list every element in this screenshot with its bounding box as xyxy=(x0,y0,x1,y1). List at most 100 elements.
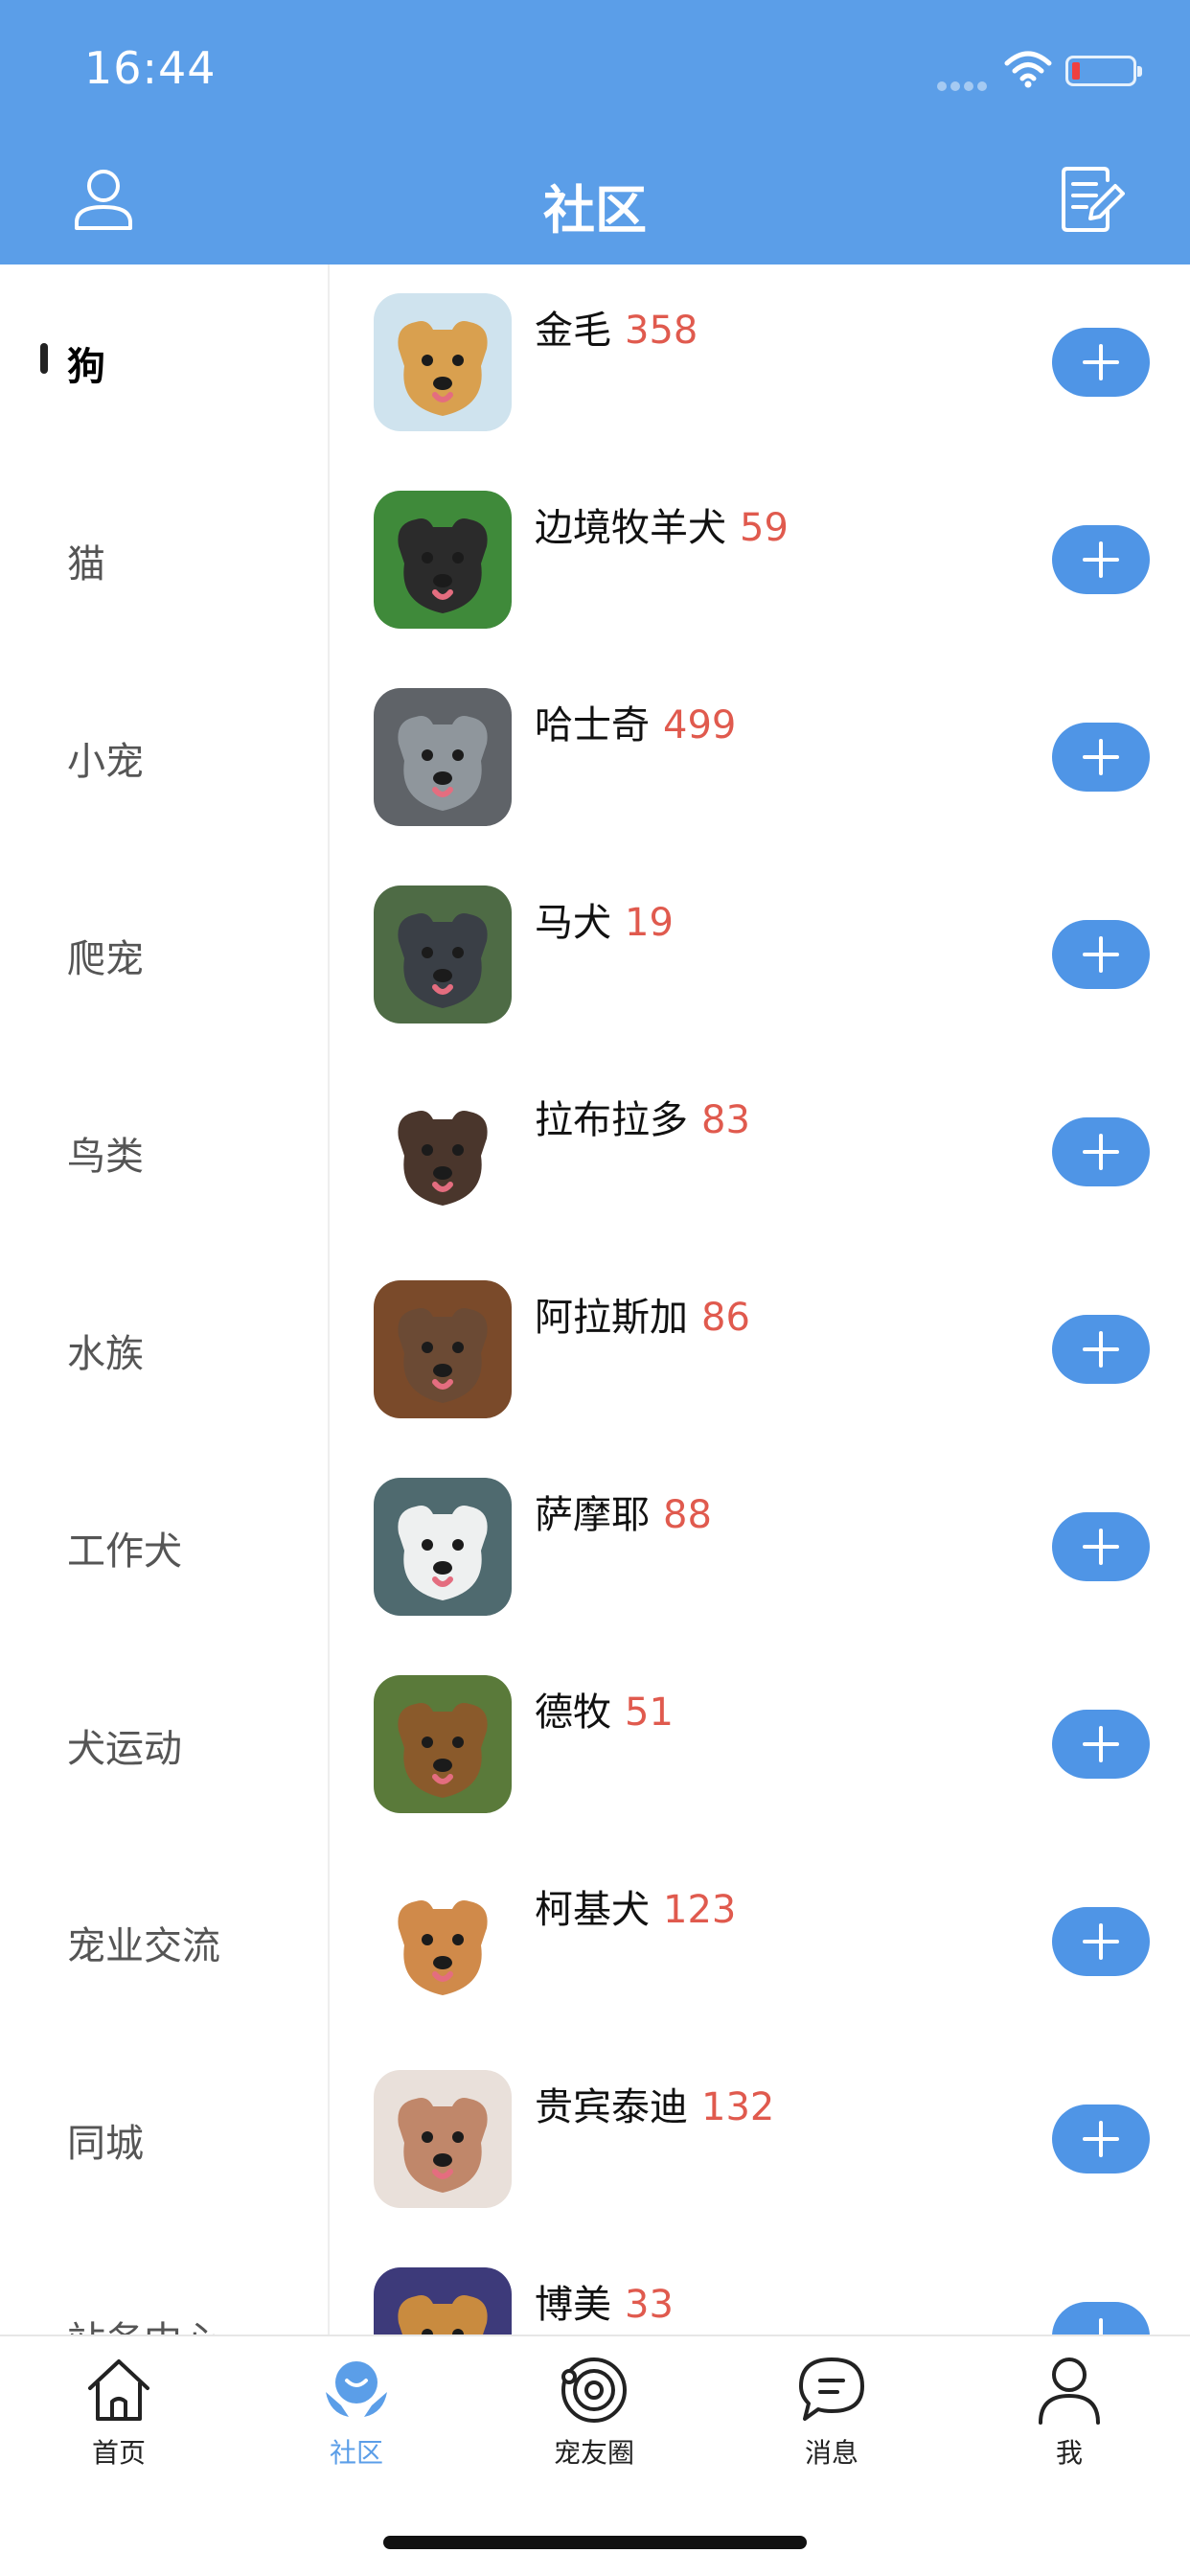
home-indicator xyxy=(383,2536,807,2549)
tab-me[interactable]: 我 xyxy=(950,2354,1188,2497)
dog-icon xyxy=(374,1280,512,1418)
sidebar-item-service-center[interactable]: 站务中心 xyxy=(0,2310,328,2334)
breed-row[interactable]: 德牧 51 xyxy=(332,1646,1190,1844)
breed-row[interactable]: 拉布拉多 83 xyxy=(332,1054,1190,1252)
sidebar-item-local[interactable]: 同城 xyxy=(0,2112,328,2310)
compose-icon[interactable] xyxy=(1060,165,1125,234)
sidebar-item-label: 鸟类 xyxy=(67,1135,144,1179)
sidebar-item-label: 水族 xyxy=(67,1332,144,1376)
breed-row[interactable]: 金毛 358 xyxy=(332,264,1190,462)
home-icon xyxy=(88,2359,149,2421)
sidebar-item-dog[interactable]: 狗 xyxy=(0,335,328,533)
breed-row[interactable]: 阿拉斯加 86 xyxy=(332,1252,1190,1449)
breed-avatar xyxy=(374,688,512,826)
breed-member-count: 358 xyxy=(625,309,698,353)
join-button[interactable] xyxy=(1052,328,1150,397)
breed-avatar xyxy=(374,293,512,431)
breed-member-count: 86 xyxy=(701,1296,750,1340)
breed-row[interactable]: 萨摩耶 88 xyxy=(332,1449,1190,1646)
dog-icon xyxy=(374,886,512,1024)
sidebar-item-reptiles[interactable]: 爬宠 xyxy=(0,928,328,1125)
sidebar-item-label: 站务中心 xyxy=(67,2310,220,2334)
breed-name: 金毛 xyxy=(535,309,611,353)
breed-member-count: 51 xyxy=(625,1690,674,1735)
sidebar-item-label: 狗 xyxy=(67,345,105,389)
join-button[interactable] xyxy=(1052,920,1150,989)
sidebar-item-label: 猫 xyxy=(67,542,105,586)
breed-member-count: 33 xyxy=(625,2283,674,2327)
breed-row[interactable]: 柯基犬 123 xyxy=(332,1844,1190,2041)
status-time: 16:44 xyxy=(84,42,217,94)
tab-label: 消息 xyxy=(804,2437,858,2469)
breed-list: 金毛 358 边境牧羊犬 59 哈士奇 499 马犬 19 拉布拉多 83 阿拉斯加 86 … xyxy=(332,264,1190,2334)
page-title: 社区 xyxy=(543,180,647,241)
dog-icon xyxy=(374,1083,512,1221)
breed-avatar xyxy=(374,2070,512,2208)
breed-name: 阿拉斯加 xyxy=(535,1296,688,1340)
join-button[interactable] xyxy=(1052,2302,1150,2334)
sidebar-item-working-dogs[interactable]: 工作犬 xyxy=(0,1520,328,1717)
sidebar-item-birds[interactable]: 鸟类 xyxy=(0,1125,328,1322)
dog-icon xyxy=(374,1675,512,1813)
breed-avatar xyxy=(374,1675,512,1813)
breed-member-count: 83 xyxy=(701,1098,750,1142)
dog-icon xyxy=(374,293,512,431)
join-button[interactable] xyxy=(1052,1117,1150,1186)
tab-community[interactable]: 社区 xyxy=(238,2354,475,2497)
sidebar-item-label: 宠业交流 xyxy=(67,1924,220,1968)
sidebar-item-cat[interactable]: 猫 xyxy=(0,533,328,730)
breed-member-count: 19 xyxy=(625,901,674,945)
sidebar-item-label: 同城 xyxy=(67,2122,144,2166)
sidebar-item-label: 犬运动 xyxy=(67,1727,182,1771)
tab-label: 宠友圈 xyxy=(553,2437,634,2469)
breed-row[interactable]: 贵宾泰迪 132 xyxy=(332,2041,1190,2239)
breed-name: 博美 xyxy=(535,2283,611,2327)
breed-avatar xyxy=(374,1478,512,1616)
tab-messages[interactable]: 消息 xyxy=(713,2354,950,2497)
dog-icon xyxy=(374,1873,512,2011)
sidebar-item-dog-sports[interactable]: 犬运动 xyxy=(0,1717,328,1915)
tab-home[interactable]: 首页 xyxy=(0,2354,238,2497)
breed-row[interactable]: 边境牧羊犬 59 xyxy=(332,462,1190,659)
battery-icon xyxy=(1065,56,1142,86)
sidebar-item-label: 小宠 xyxy=(67,740,144,784)
sidebar-item-pet-industry[interactable]: 宠业交流 xyxy=(0,1915,328,2112)
join-button[interactable] xyxy=(1052,1710,1150,1779)
join-button[interactable] xyxy=(1052,1315,1150,1384)
category-sidebar: 狗 猫 小宠 爬宠 鸟类 水族 工作犬 犬运动 宠业交流 同城 站务中心 xyxy=(0,264,330,2334)
breed-name: 马犬 xyxy=(535,901,611,945)
dog-icon xyxy=(374,2267,512,2334)
breed-name: 拉布拉多 xyxy=(535,1098,688,1142)
breed-row[interactable]: 马犬 19 xyxy=(332,857,1190,1054)
breed-row[interactable]: 博美 33 xyxy=(332,2239,1190,2334)
header: 16:44 社区 xyxy=(0,0,1190,264)
sidebar-item-aquarium[interactable]: 水族 xyxy=(0,1322,328,1520)
join-button[interactable] xyxy=(1052,1907,1150,1976)
join-button[interactable] xyxy=(1052,525,1150,594)
breed-avatar xyxy=(374,1280,512,1418)
join-button[interactable] xyxy=(1052,1512,1150,1581)
wifi-icon xyxy=(1004,51,1052,88)
dog-icon xyxy=(374,1478,512,1616)
dog-icon xyxy=(374,688,512,826)
breed-avatar xyxy=(374,2267,512,2334)
community-icon xyxy=(326,2361,387,2417)
join-button[interactable] xyxy=(1052,2104,1150,2174)
sidebar-item-small-pets[interactable]: 小宠 xyxy=(0,730,328,928)
breed-name: 贵宾泰迪 xyxy=(535,2085,688,2129)
tab-label: 我 xyxy=(1055,2437,1083,2469)
active-indicator xyxy=(40,343,48,374)
tab-label: 首页 xyxy=(91,2437,146,2469)
tab-pet-circle[interactable]: 宠友圈 xyxy=(475,2354,713,2497)
breed-member-count: 132 xyxy=(701,2085,775,2129)
breed-avatar xyxy=(374,886,512,1024)
sidebar-item-label: 工作犬 xyxy=(67,1530,182,1574)
breed-row[interactable]: 哈士奇 499 xyxy=(332,659,1190,857)
breed-name: 边境牧羊犬 xyxy=(535,506,726,550)
dog-icon xyxy=(374,2070,512,2208)
breed-name: 萨摩耶 xyxy=(535,1493,650,1537)
breed-member-count: 123 xyxy=(663,1888,737,1932)
join-button[interactable] xyxy=(1052,723,1150,792)
breed-member-count: 59 xyxy=(740,506,789,550)
breed-member-count: 88 xyxy=(663,1493,712,1537)
